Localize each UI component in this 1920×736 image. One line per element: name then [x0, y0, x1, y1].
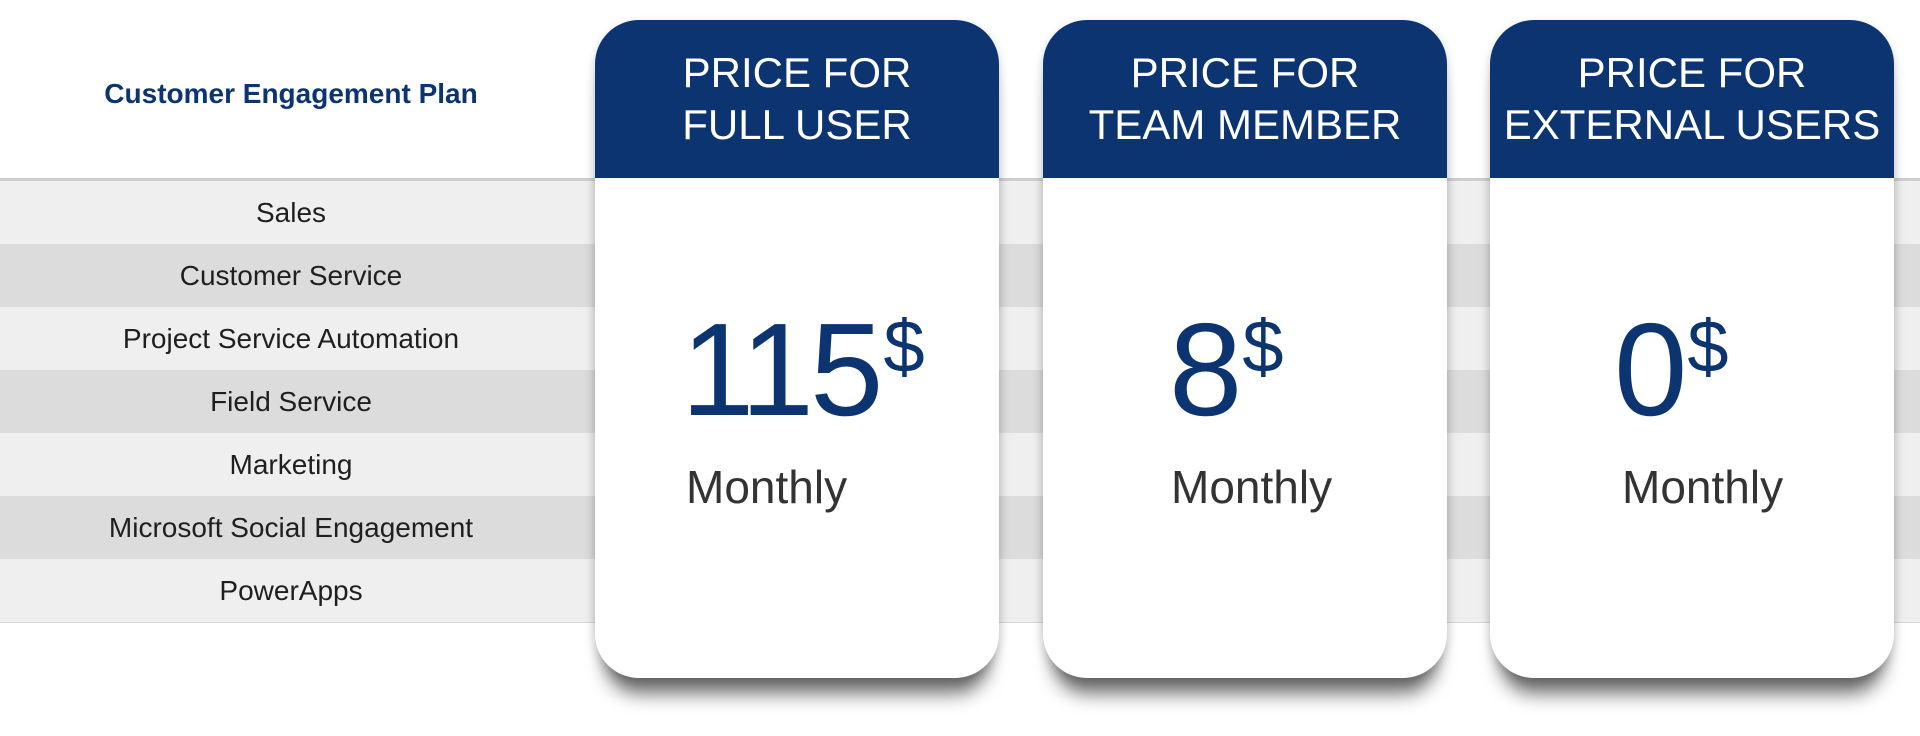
card-header: PRICE FOR TEAM MEMBER: [1043, 20, 1447, 178]
currency-symbol: $: [1687, 305, 1729, 388]
billing-period: Monthly: [686, 461, 848, 513]
price-amount: 115: [681, 296, 883, 443]
billing-period: Monthly: [1622, 461, 1784, 513]
price-card-full-user: PRICE FOR FULL USER 115$ Monthly: [595, 20, 999, 678]
card-header: PRICE FOR FULL USER: [595, 20, 999, 178]
feature-label: Sales: [255, 196, 327, 228]
feature-label: PowerApps: [219, 574, 363, 606]
feature-label: Project Service Automation: [122, 322, 460, 354]
price-value: 115$: [681, 300, 925, 440]
card-header: PRICE FOR EXTERNAL USERS: [1490, 20, 1894, 178]
price-value: 0$: [1614, 300, 1729, 440]
price-card-external-users: PRICE FOR EXTERNAL USERS 0$ Monthly: [1490, 20, 1894, 678]
card-heading-line1: PRICE FOR: [1577, 49, 1807, 96]
price-amount: 0: [1614, 296, 1687, 443]
card-heading-line2: TEAM MEMBER: [1088, 101, 1402, 148]
price-amount: 8: [1169, 296, 1242, 443]
card-heading-line2: EXTERNAL USERS: [1503, 101, 1881, 148]
card-heading-line2: FULL USER: [682, 101, 912, 148]
price-value: 8$: [1169, 300, 1284, 440]
billing-period: Monthly: [1171, 461, 1333, 513]
card-heading-line1: PRICE FOR: [1130, 49, 1360, 96]
plan-title: Customer Engagement Plan: [104, 78, 478, 109]
currency-symbol: $: [1242, 305, 1284, 388]
feature-label: Field Service: [210, 385, 372, 417]
currency-symbol: $: [883, 305, 925, 388]
price-card-team-member: PRICE FOR TEAM MEMBER 8$ Monthly: [1043, 20, 1447, 678]
feature-label: Customer Service: [179, 259, 403, 291]
card-heading-line1: PRICE FOR: [682, 49, 912, 96]
feature-label: Microsoft Social Engagement: [108, 511, 474, 543]
feature-label: Marketing: [229, 448, 353, 480]
